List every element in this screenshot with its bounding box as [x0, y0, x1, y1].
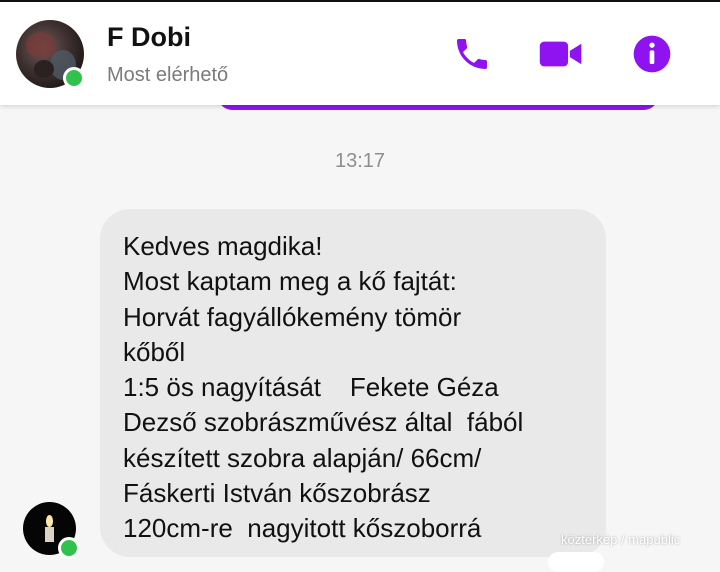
message-line: Kedves magdika!	[123, 231, 323, 261]
message-line: Dezső szobrászművész által fából	[123, 407, 524, 438]
message-line: Most kaptam meg a kő fajtát:	[123, 266, 457, 297]
video-camera-icon	[539, 41, 582, 67]
message-line: Fáskerti István kőszobrász	[123, 478, 431, 509]
online-status-indicator	[63, 67, 85, 89]
message-line: Horvát fagyállókemény tömör	[123, 301, 462, 332]
top-border	[0, 0, 720, 2]
info-button[interactable]	[628, 30, 676, 78]
reaction-placeholder	[548, 552, 604, 572]
message-line: készített szobra alapján/ 66cm/	[123, 442, 482, 473]
candle-icon	[45, 527, 54, 542]
sender-online-indicator	[58, 537, 80, 559]
chat-header: F Dobi Most elérhető	[0, 0, 720, 105]
message-line: kőből	[123, 336, 186, 367]
call-button[interactable]	[448, 30, 496, 78]
contact-name[interactable]: F Dobi	[107, 22, 191, 53]
message-bubble[interactable]: Kedves magdika! Most kaptam meg a kő faj…	[100, 209, 606, 557]
video-call-button[interactable]	[537, 30, 585, 78]
message-line: 1:5 ös nagyítását Fekete Géza	[123, 372, 499, 403]
message-line: 120cm-re nagyitott kőszoborrá	[123, 513, 482, 544]
info-icon	[633, 35, 671, 73]
message-timestamp: 13:17	[334, 150, 386, 172]
watermark: köztérkép / mapublic	[561, 532, 681, 547]
phone-icon	[457, 39, 487, 69]
candle-flame-icon	[46, 515, 53, 527]
contact-status: Most elérhető	[107, 64, 229, 86]
